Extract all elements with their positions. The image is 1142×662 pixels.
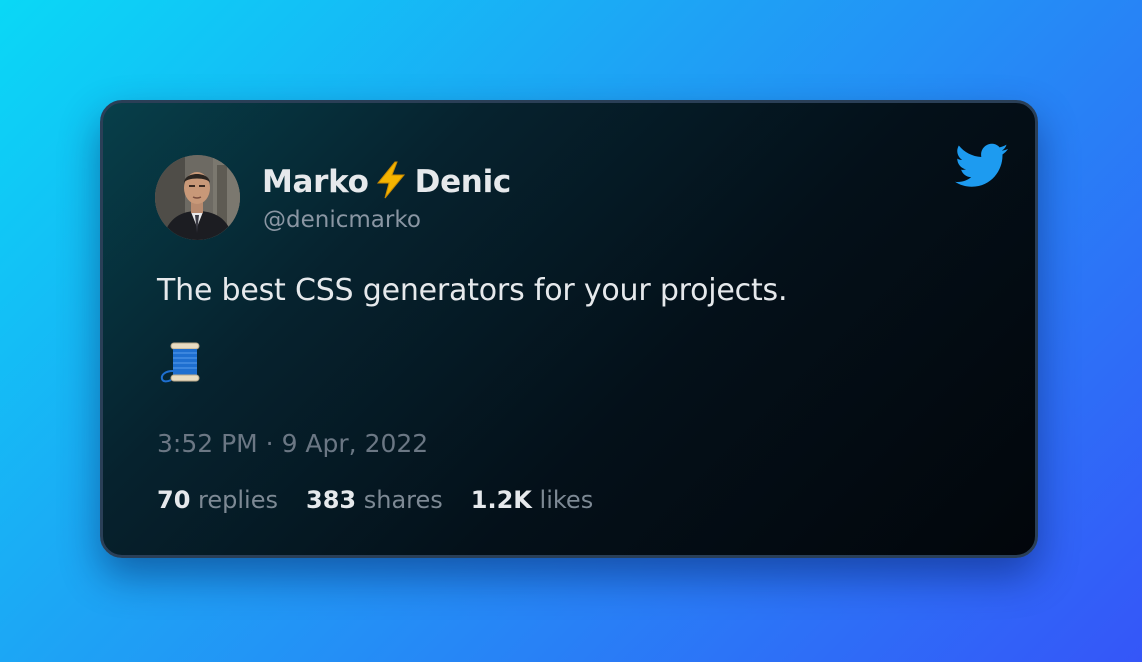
shares-count: 383 (306, 486, 357, 514)
author-last-name: Denic (414, 164, 512, 200)
avatar[interactable] (155, 155, 240, 240)
author-first-name: Marko (262, 164, 369, 200)
likes-count: 1.2K (470, 486, 532, 514)
tweet-stats: 70 replies 383 shares 1.2K likes (157, 486, 593, 514)
replies-label: replies (198, 486, 278, 514)
author-photo (155, 155, 240, 240)
tweet-timestamp[interactable]: 3:52 PM · 9 Apr, 2022 (157, 429, 428, 458)
lightning-bolt-icon (376, 161, 405, 199)
twitter-bird-icon[interactable] (955, 143, 1009, 189)
shares-label: shares (363, 486, 443, 514)
likes-stat[interactable]: 1.2K likes (471, 486, 593, 514)
replies-count: 70 (157, 486, 191, 514)
replies-stat[interactable]: 70 replies (157, 486, 278, 514)
shares-stat[interactable]: 383 shares (306, 486, 443, 514)
thread-spool-icon (160, 342, 200, 383)
author-handle[interactable]: @denicmarko (263, 207, 421, 233)
likes-label: likes (539, 486, 594, 514)
tweet-card: Marko Denic @denicmarko The best CSS gen… (100, 100, 1038, 558)
tweet-text: The best CSS generators for your project… (157, 273, 788, 308)
author-name[interactable]: Marko Denic (262, 161, 511, 200)
